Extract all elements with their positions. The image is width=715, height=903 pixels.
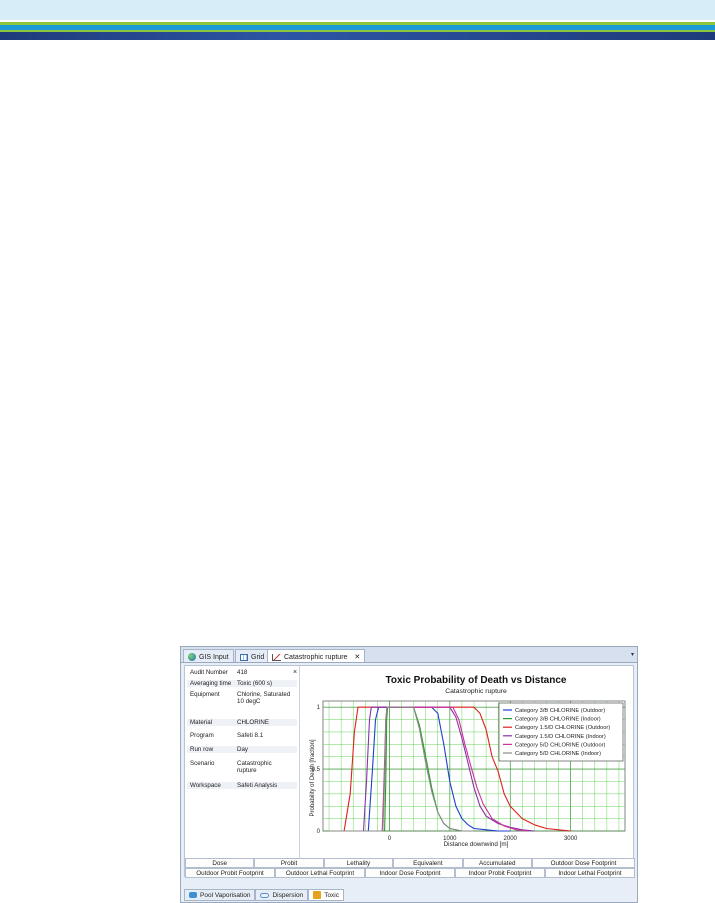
legend-entry: Category 1.5/D CHLORINE (Indoor) [515, 734, 606, 740]
property-row: Program Safeti 8.1 [187, 732, 297, 739]
tab-grid[interactable]: Grid [235, 649, 270, 662]
tab-label: Grid [251, 653, 265, 661]
property-value: Day [237, 746, 249, 753]
outdoor-dose-footprint-button[interactable]: Outdoor Dose Footprint [531, 858, 636, 868]
property-key: Equipment [190, 691, 220, 698]
accumulated-button[interactable]: Accumulated [462, 858, 532, 868]
chart-title: Toxic Probability of Death vs Distance [386, 675, 567, 686]
chart-subtitle: Catastrophic rupture [445, 688, 507, 695]
property-value: Safeti Analysis [237, 782, 278, 789]
plot-area: 0 1000 2000 300000.51 Category 3/B CHLORINE … [312, 700, 626, 842]
property-key: Workspace [190, 782, 221, 789]
tab-dropdown-icon[interactable]: ▾ [631, 651, 634, 658]
property-value: 418 [237, 669, 248, 676]
property-row: Averaging time Toxic (600 s) [187, 680, 297, 687]
property-value: Safeti 8.1 [237, 732, 264, 739]
tab-label: Dispersion [272, 891, 304, 899]
y-tick-label: 0 [317, 829, 321, 835]
tab-catastrophic-rupture[interactable]: Catastrophic rupture ✕ [267, 649, 366, 662]
legend-entry: Category 5/D CHLORINE (Indoor) [515, 751, 601, 757]
header-band [0, 0, 715, 42]
chart-svg: Toxic Probability of Death vs Distance C… [310, 675, 626, 848]
tab-dispersion[interactable]: Dispersion [255, 889, 309, 901]
pool-icon [189, 892, 197, 898]
indoor-probit-footprint-button[interactable]: Indoor Probit Footprint [455, 868, 545, 878]
indoor-lethal-footprint-button[interactable]: Indoor Lethal Footprint [545, 868, 635, 878]
legend-entry: Category 5/D CHLORINE (Outdoor) [515, 742, 606, 748]
property-key: Run row [190, 746, 214, 753]
x-tick-label: 0 [388, 836, 392, 842]
chart-icon [272, 653, 281, 661]
outdoor-probit-footprint-button[interactable]: Outdoor Probit Footprint [185, 868, 275, 878]
tab-toxic[interactable]: Toxic [308, 889, 344, 901]
bottom-tabbar: Pool Vaporisation Dispersion Toxic [184, 889, 344, 902]
document-tabbar: GIS Input Grid Catastrophic rupture ✕ ▾ [181, 647, 637, 663]
grid-icon [240, 653, 248, 661]
property-key: Program [190, 732, 214, 739]
cloud-icon [260, 892, 270, 898]
legend-entry: Category 3/B CHLORINE (Outdoor) [515, 708, 605, 714]
property-key: Scenario [190, 760, 215, 767]
legend-entry: Category 1.5/D CHLORINE (Outdoor) [515, 725, 610, 731]
property-row: Material CHLORINE [187, 719, 297, 726]
tab-label: Catastrophic rupture [284, 653, 348, 661]
close-icon[interactable]: ✕ [354, 653, 360, 661]
y-axis-label: Probability of Death [fraction] [310, 739, 316, 816]
property-row: Run row Day [187, 746, 297, 753]
tab-gis-input[interactable]: GIS Input [183, 649, 234, 662]
properties-panel: × Audit Number 418 Averaging time Toxic (6… [185, 666, 300, 858]
property-row: Equipment Chlorine, Saturated 10 degC [187, 691, 297, 705]
property-key: Averaging time [190, 680, 232, 687]
property-value: Toxic (600 s) [237, 680, 273, 687]
probit-button[interactable]: Probit [254, 858, 324, 868]
tab-pool-vaporisation[interactable]: Pool Vaporisation [184, 889, 256, 901]
application-window: GIS Input Grid Catastrophic rupture ✕ ▾ … [180, 646, 638, 903]
header-navy-stripe [0, 32, 715, 40]
property-row: Scenario Catastrophic rupture [187, 760, 297, 774]
outdoor-lethal-footprint-button[interactable]: Outdoor Lethal Footprint [275, 868, 365, 878]
globe-icon [188, 653, 196, 661]
header-sky-stripe [0, 0, 715, 20]
legend-entry: Category 3/B CHLORINE (Indoor) [515, 717, 601, 723]
property-row: Audit Number 418 [187, 669, 297, 676]
result-view-buttons-row-1: Dose Probit Lethality Equivalent Accumul… [185, 858, 636, 868]
indoor-dose-footprint-button[interactable]: Indoor Dose Footprint [365, 868, 455, 878]
x-axis-label: Distance downwind [m] [444, 841, 509, 848]
y-tick-label: 1 [317, 705, 321, 711]
toxic-icon [313, 891, 322, 899]
equivalent-button[interactable]: Equivalent [393, 858, 463, 868]
property-key: Audit Number [190, 669, 228, 676]
tab-label: GIS Input [199, 653, 229, 661]
property-value: CHLORINE [237, 719, 269, 726]
document-body: × Audit Number 418 Averaging time Toxic (6… [184, 665, 636, 878]
property-key: Material [190, 719, 213, 726]
x-tick-label: 3000 [564, 836, 578, 842]
property-value: Chlorine, Saturated 10 degC [237, 691, 291, 705]
dose-button[interactable]: Dose [185, 858, 255, 868]
property-value: Catastrophic rupture [237, 760, 272, 774]
property-row: Workspace Safeti Analysis [187, 782, 297, 789]
lethality-button[interactable]: Lethality [323, 858, 394, 868]
result-view-buttons-row-2: Outdoor Probit Footprint Outdoor Lethal … [185, 868, 635, 878]
tab-label: Pool Vaporisation [200, 891, 251, 899]
toxic-probability-chart: Toxic Probability of Death vs Distance C… [301, 666, 635, 858]
tab-label: Toxic [324, 891, 339, 899]
